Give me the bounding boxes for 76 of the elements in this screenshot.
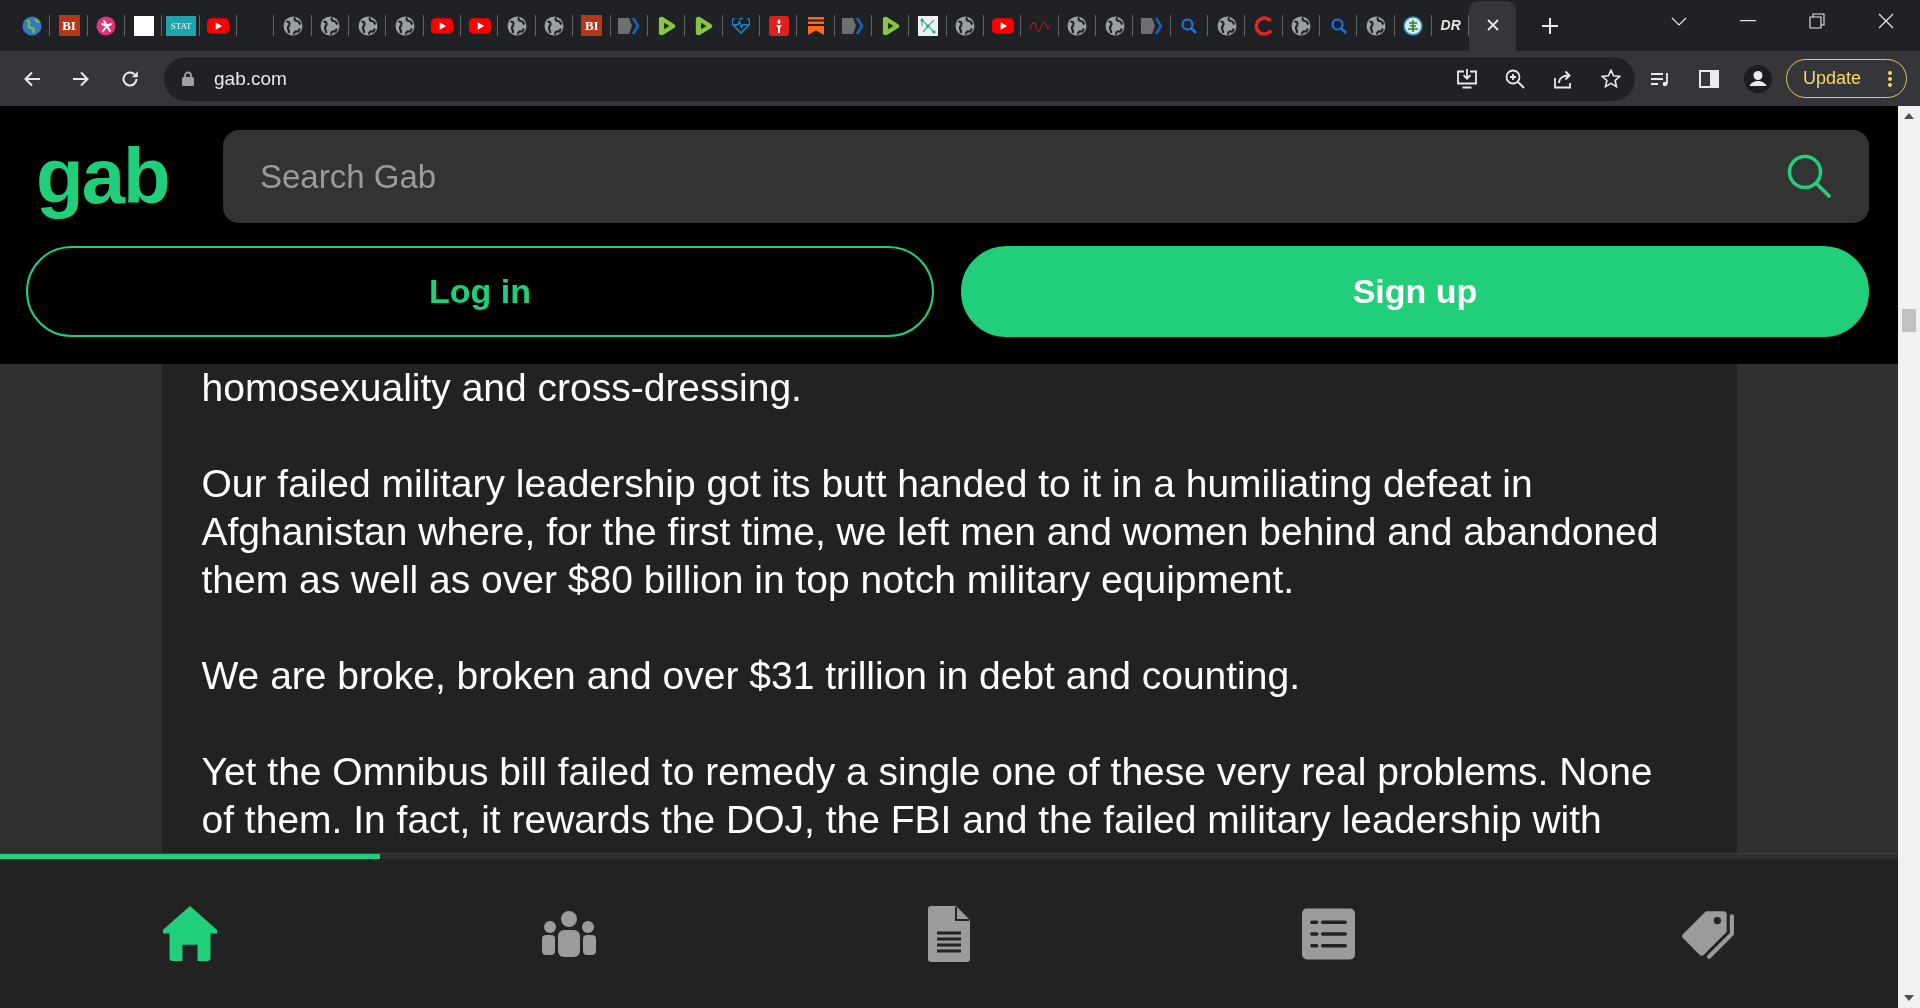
torch-icon [768, 15, 789, 36]
install-icon[interactable] [1456, 68, 1478, 89]
globe-icon [320, 15, 341, 36]
reload-icon[interactable] [121, 69, 139, 88]
globe-icon [1067, 15, 1088, 36]
video-play-icon [468, 17, 491, 34]
list-icon [1302, 907, 1356, 960]
chevron-icon [842, 15, 865, 36]
earth-icon [21, 15, 42, 36]
bookmark-icon [806, 15, 825, 36]
globe-icon [1104, 15, 1125, 36]
globe-icon [283, 15, 304, 36]
minimize-icon[interactable] [1739, 20, 1756, 22]
zoom-in-icon[interactable] [1505, 68, 1525, 89]
play-icon [694, 15, 713, 36]
globe-icon [1291, 15, 1312, 36]
scrollbar-thumb[interactable] [1902, 309, 1916, 332]
dots-menu-icon[interactable] [1888, 70, 1892, 87]
globe-icon [1366, 15, 1387, 36]
video-play-icon [431, 17, 454, 34]
playlist-icon[interactable] [1650, 70, 1670, 87]
address-bar[interactable]: gab.com [164, 56, 1635, 101]
close-icon[interactable] [1486, 18, 1499, 31]
plus-icon[interactable] [1542, 17, 1559, 34]
chevron-down-icon[interactable] [1670, 16, 1687, 26]
site-logo[interactable]: gab [26, 130, 223, 223]
forward-arrow-icon[interactable] [72, 70, 90, 87]
home-icon [162, 906, 217, 961]
globe-icon [955, 15, 976, 36]
play-icon [657, 15, 676, 36]
star-icon[interactable] [1601, 69, 1621, 88]
globe-icon [357, 15, 378, 36]
globe-icon [544, 15, 565, 36]
search-icon [1181, 17, 1198, 34]
favicon-logo: STAT [166, 15, 197, 36]
favicon-logo: BI [581, 15, 603, 36]
scroll-down-icon[interactable] [1904, 995, 1914, 1001]
share-icon[interactable] [1553, 68, 1573, 89]
close-icon[interactable] [1877, 13, 1894, 29]
browser-tab[interactable]: BI [573, 0, 611, 51]
globe-icon [507, 15, 528, 36]
browser-tab[interactable] [1469, 1, 1517, 51]
url-text: gab.com [214, 67, 287, 90]
scroll-up-icon[interactable] [1904, 113, 1914, 119]
people-icon [542, 910, 597, 957]
favicon-logo: BI [58, 15, 80, 36]
figure-icon [96, 15, 117, 36]
restore-icon[interactable] [1808, 13, 1825, 29]
square-icon [133, 15, 154, 36]
browser-tab[interactable]: BI [50, 0, 88, 51]
login-button[interactable]: Log in [26, 246, 934, 337]
side-panel-icon[interactable] [1699, 69, 1719, 88]
profile-icon[interactable] [1744, 64, 1772, 93]
globe-icon [395, 15, 416, 36]
lock-icon [182, 71, 194, 86]
post-paragraph: homosexuality and cross-dressing. [201, 365, 803, 411]
favicon-logo: DR [1440, 17, 1461, 34]
heart-pulse-icon [732, 17, 751, 34]
chevron-icon [1141, 15, 1163, 36]
tree-globe-icon [1403, 15, 1424, 36]
chevron-icon [618, 15, 641, 36]
post-paragraph: Our failed military leadership got its butt handed to it in a humiliating defeat in Afghanistan where, for the first time, we left men and women behind and abandoned them as well as over $80 billion in top notch military equipment. [201, 461, 1660, 603]
search-field[interactable]: Search Gab [223, 130, 1869, 223]
browser-tab[interactable]: DR [1432, 0, 1470, 51]
search-icon[interactable] [1787, 154, 1831, 198]
video-play-icon [991, 17, 1014, 34]
play-icon [881, 15, 900, 36]
search-icon [1330, 17, 1347, 34]
ring-icon [1254, 15, 1274, 36]
video-play-icon [207, 17, 230, 34]
document-icon [928, 905, 970, 962]
back-arrow-icon[interactable] [23, 70, 41, 87]
post-paragraph: We are broke, broken and over $31 trillion in debt and counting. [201, 653, 1301, 699]
globe-icon [1216, 15, 1237, 36]
network-icon [917, 15, 938, 36]
post-paragraph: Yet the Omnibus bill failed to remedy a single one of these very real problems. None of them. In fact, it rewards the DOJ, the FBI and the failed military leadership with [201, 749, 1654, 843]
